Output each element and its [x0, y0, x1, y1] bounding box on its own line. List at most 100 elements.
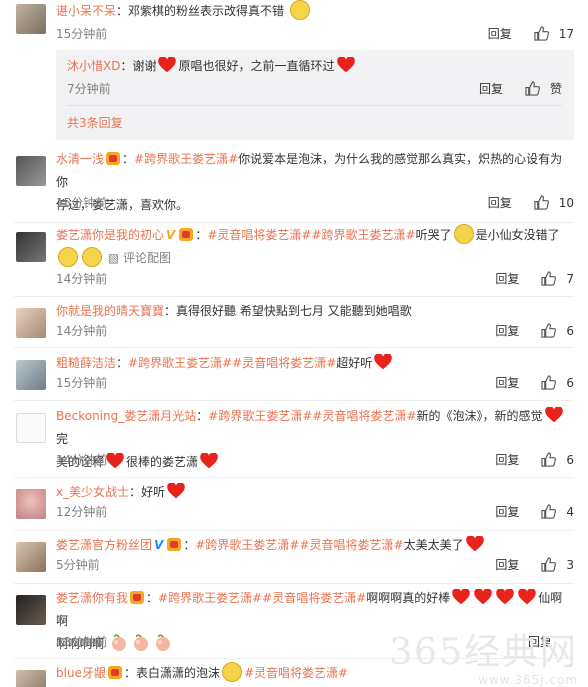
comment-time: 5分钟前 — [56, 558, 100, 572]
like-button[interactable]: 7 — [541, 271, 574, 286]
fan-badge-icon — [107, 666, 122, 679]
reply-button[interactable]: 回复 — [495, 374, 519, 391]
reply-button[interactable]: 回复 — [488, 25, 512, 42]
divider — [14, 296, 574, 297]
comment-time: 13分钟前 — [56, 635, 108, 649]
comment-text: 你就是我的晴天寶寶：真得很好聽 希望快點到七月 又能聽到她唱歌 — [56, 304, 412, 318]
thumb-up-icon — [541, 271, 556, 286]
heart-icon — [158, 57, 176, 73]
comment-time: 15分钟前 — [56, 27, 108, 41]
like-button[interactable]: 3 — [541, 557, 574, 572]
reply-button[interactable]: 回复 — [495, 270, 519, 287]
comment-time: 15分钟前 — [56, 196, 108, 210]
comment-item: 谌小呆不呆：邓紫棋的粉丝表示改得真不错 15分钟前 回复 17 — [0, 0, 588, 52]
avatar[interactable] — [16, 489, 46, 519]
comment-username[interactable]: 沐小惜XD — [67, 59, 120, 73]
comment-username[interactable]: blue牙龈 — [56, 666, 106, 680]
comment-text: 娄艺潇你是我的初心 V ：#灵音唱将娄艺潇##跨界歌王娄艺潇#听哭了 是小仙女没错了 … — [56, 224, 574, 270]
avatar[interactable] — [16, 232, 46, 262]
avatar[interactable] — [16, 595, 46, 625]
watermark: 365经典网 www.365j.com — [389, 632, 578, 687]
topic-tag[interactable]: #灵音唱将娄艺潇# — [262, 591, 366, 605]
comment-username[interactable]: 谌小呆不呆 — [56, 4, 116, 18]
comment-username[interactable]: x_美少女战士 — [56, 485, 129, 499]
emoji-icon — [221, 662, 242, 682]
divider — [66, 105, 562, 106]
topic-tag[interactable]: #灵音唱将娄艺潇# — [299, 538, 403, 552]
reply-button[interactable]: 回复 — [495, 503, 519, 520]
topic-tag[interactable]: #跨界歌王娄艺潇# — [311, 228, 415, 242]
comment-time: 12分钟前 — [56, 505, 108, 519]
topic-tag[interactable]: #灵音唱将娄艺潇# — [207, 228, 311, 242]
like-button[interactable]: 6 — [541, 323, 574, 338]
fan-badge-icon — [179, 228, 194, 241]
comment-time: 14分钟前 — [56, 324, 108, 338]
heart-icon — [167, 483, 185, 499]
divider — [14, 347, 574, 348]
peach-emoji-icon — [109, 633, 129, 653]
avatar[interactable] — [16, 670, 46, 687]
reply-button[interactable]: 回复 — [495, 556, 519, 573]
peach-emoji-icon — [131, 633, 151, 653]
comment-username[interactable]: 你就是我的晴天寶寶 — [56, 304, 164, 318]
like-button[interactable]: 赞 — [525, 80, 562, 97]
topic-tag[interactable]: #灵音唱将娄艺潇# — [232, 356, 336, 370]
avatar[interactable] — [16, 156, 46, 186]
comment-username[interactable]: Beckoning_娄艺潇月光站 — [56, 409, 196, 423]
heart-icon — [374, 354, 392, 370]
fan-badge-icon — [167, 538, 182, 551]
topic-tag[interactable]: #灵音唱将娄艺潇# — [244, 666, 348, 680]
heart-icon — [474, 589, 492, 605]
view-more-replies-link[interactable]: 共3条回复 — [67, 114, 123, 131]
reply-button[interactable]: 回复 — [495, 322, 519, 339]
topic-tag[interactable]: #跨界歌王娄艺潇# — [158, 591, 262, 605]
crying-emoji-icon — [58, 247, 78, 267]
verified-icon: V — [166, 228, 176, 242]
thumb-up-icon — [534, 26, 549, 41]
avatar[interactable] — [16, 360, 46, 390]
avatar[interactable] — [16, 4, 46, 34]
avatar[interactable] — [16, 308, 46, 338]
comment-text: 粗糙薛洁洁：#跨界歌王娄艺潇##灵音唱将娄艺潇#超好听 — [56, 352, 574, 375]
heart-icon — [518, 589, 536, 605]
like-button[interactable]: 10 — [534, 195, 574, 210]
topic-tag[interactable]: #跨界歌王娄艺潇# — [134, 152, 238, 166]
heart-icon — [200, 453, 218, 469]
reply-button[interactable]: 回复 — [495, 451, 519, 468]
comment-username[interactable]: 娄艺潇你是我的初心 — [56, 228, 164, 242]
topic-tag[interactable]: #灵音唱将娄艺潇# — [312, 409, 416, 423]
thumb-up-icon — [541, 557, 556, 572]
emoji-icon — [289, 0, 310, 20]
divider — [14, 583, 574, 584]
topic-tag[interactable]: #跨界歌王娄艺潇# — [128, 356, 232, 370]
comment-time: 15分钟前 — [56, 376, 108, 390]
reply-button[interactable]: 回复 — [488, 194, 512, 211]
like-button[interactable]: 17 — [534, 26, 574, 41]
avatar[interactable] — [16, 413, 46, 443]
comment-time: 14分钟前 — [56, 272, 108, 286]
comment-text: 谌小呆不呆：邓紫棋的粉丝表示改得真不错 — [56, 0, 574, 23]
heart-icon — [496, 589, 514, 605]
comment-image-link[interactable]: ▧ 评论配图 — [108, 251, 171, 265]
comment-time: 14分钟前 — [56, 453, 108, 467]
topic-tag[interactable]: #跨界歌王娄艺潇# — [195, 538, 299, 552]
like-button[interactable]: 4 — [541, 504, 574, 519]
comment-username[interactable]: 娄艺潇你有我 — [56, 591, 128, 605]
comment-username[interactable]: 粗糙薛洁洁 — [56, 356, 116, 370]
reply-button[interactable]: 回复 — [479, 80, 503, 97]
heart-icon — [466, 536, 484, 552]
heart-icon — [337, 57, 355, 73]
heart-icon — [452, 589, 470, 605]
comment-text: 娄艺潇官方粉丝团 V ：#跨界歌王娄艺潇##灵音唱将娄艺潇#太美太美了 — [56, 534, 574, 557]
avatar[interactable] — [16, 542, 46, 572]
like-button[interactable]: 6 — [541, 452, 574, 467]
comment-time: 7分钟前 — [67, 82, 111, 96]
peach-emoji-icon — [153, 633, 173, 653]
comment-username[interactable]: 水清一浅 — [56, 152, 104, 166]
fan-badge-icon — [106, 152, 121, 165]
sub-reply-item: 沐小惜XD：谢谢 原唱也很好，之前一直循环过 7分钟前 回复 赞 — [0, 50, 588, 100]
like-button[interactable]: 6 — [541, 375, 574, 390]
heart-icon — [106, 453, 124, 469]
topic-tag[interactable]: #跨界歌王娄艺潇# — [208, 409, 312, 423]
comment-username[interactable]: 娄艺潇官方粉丝团 — [56, 538, 152, 552]
